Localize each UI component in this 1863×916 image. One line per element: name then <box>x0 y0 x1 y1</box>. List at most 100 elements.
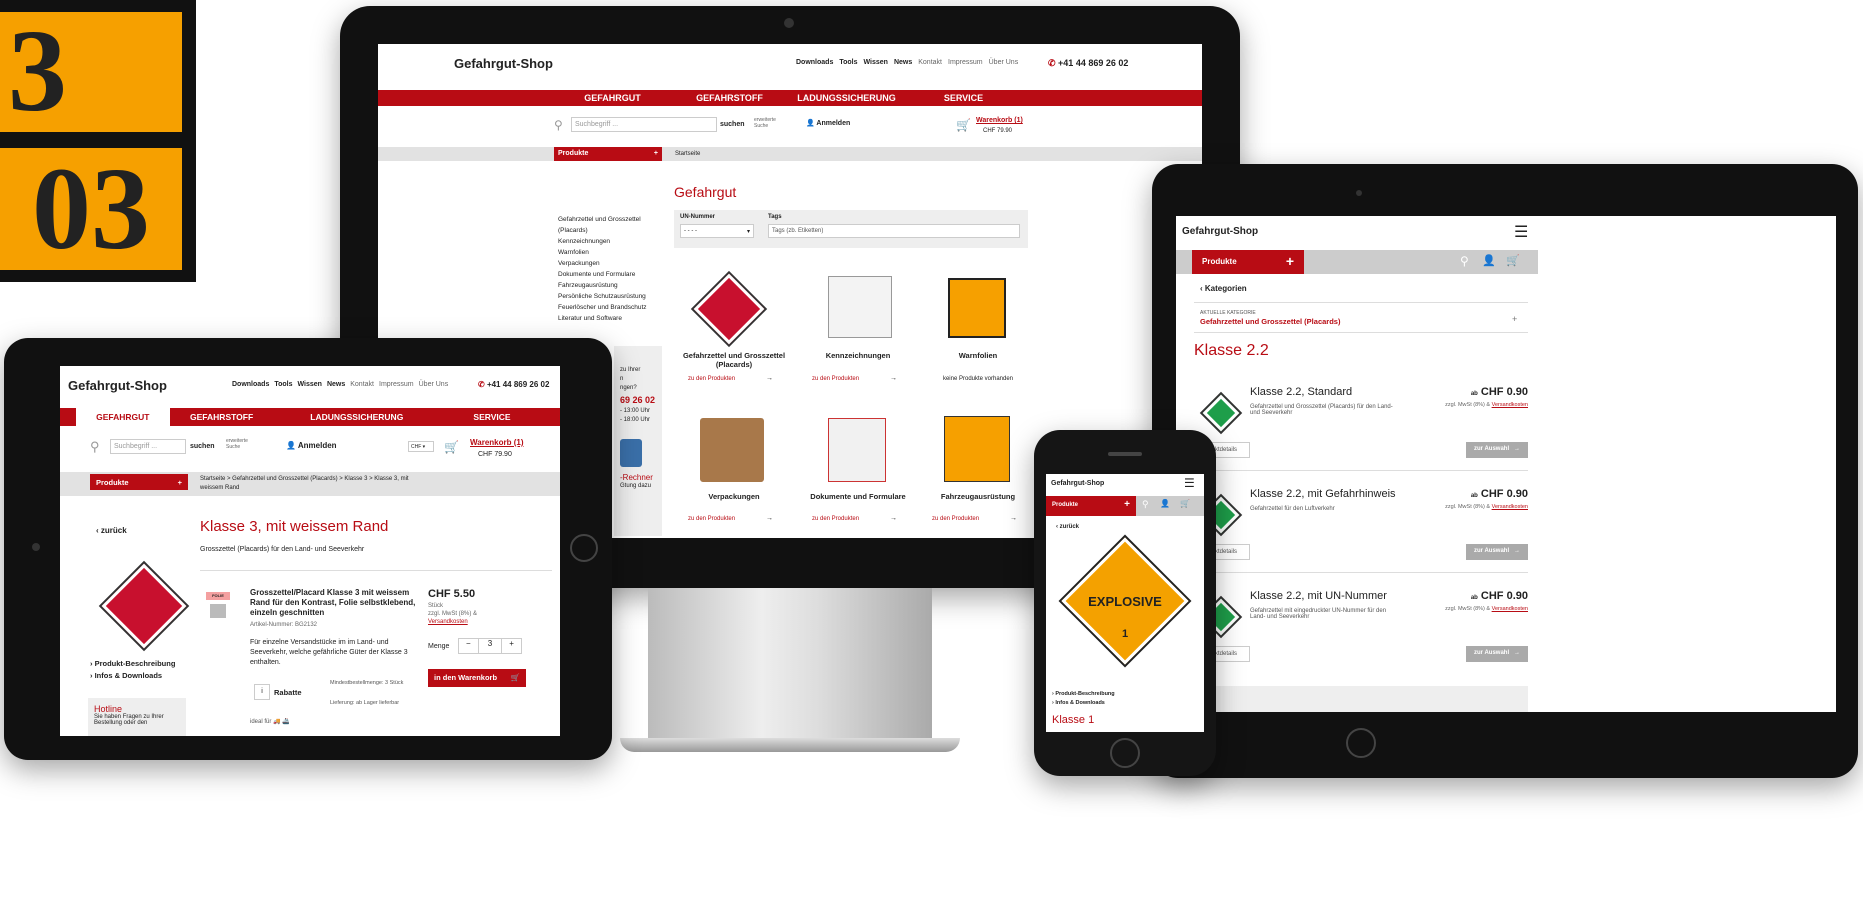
back-link[interactable]: ‹ zurück <box>1056 524 1079 530</box>
link-downloads[interactable]: Downloads <box>232 381 269 388</box>
category-link[interactable]: zu den Produkten <box>812 376 859 382</box>
logo[interactable]: Gefahrgut-Shop <box>454 56 553 71</box>
search-icon[interactable]: ⚲ <box>1142 499 1149 510</box>
link-kontakt[interactable]: Kontakt <box>918 59 942 66</box>
cart-icon[interactable]: 🛒 <box>444 440 459 454</box>
sidebar-item[interactable]: Kennzeichnungen <box>558 236 658 247</box>
choose-button[interactable]: zur Auswahl → <box>1466 646 1528 662</box>
tags-input[interactable]: Tags (zb. Etiketten) <box>768 224 1020 238</box>
back-link[interactable]: ‹ zurück <box>96 526 127 535</box>
category-card[interactable]: Kennzeichnungen zu den Produkten → <box>798 266 918 396</box>
discount-label[interactable]: Rabatte <box>274 688 302 697</box>
product-item[interactable]: Klasse 2.2, Standard Gefahrzettel und Gr… <box>1176 382 1536 462</box>
link-ueber-uns[interactable]: Über Uns <box>419 381 449 388</box>
category-card[interactable]: Dokumente und Formulare zu den Produkten… <box>798 412 918 538</box>
category-link[interactable]: zu den Produkten <box>688 516 735 522</box>
nav-ladungssicherung[interactable]: LADUNGSSICHERUNG <box>274 412 440 422</box>
products-menu[interactable]: Produkte + <box>90 474 188 490</box>
login-link[interactable]: 👤 Anmelden <box>286 441 337 450</box>
category-card[interactable]: Warnfolien keine Produkte vorhanden <box>922 266 1034 396</box>
link-news[interactable]: News <box>894 59 912 66</box>
sidebar-item[interactable]: Dokumente und Formulare <box>558 269 658 280</box>
category-link[interactable]: zu den Produkten <box>932 516 979 522</box>
choose-button[interactable]: zur Auswahl → <box>1466 442 1528 458</box>
products-menu[interactable]: Produkte + <box>554 147 662 161</box>
product-description-link[interactable]: › Produkt-Beschreibung <box>90 658 175 670</box>
product-item[interactable]: Klasse 2.2, mit Gefahrhinweis Gefahrzett… <box>1176 484 1536 564</box>
product-description-link[interactable]: › Produkt-Beschreibung <box>1052 690 1115 699</box>
quantity-value[interactable]: 3 <box>479 639 502 653</box>
item-name[interactable]: Klasse 2.2, mit Gefahrhinweis <box>1250 488 1396 500</box>
products-menu[interactable]: Produkte + <box>1046 496 1136 516</box>
currency-select[interactable]: CHF ▾ <box>408 441 434 452</box>
product-item[interactable]: Klasse 2.2, mit UN-Nummer Gefahrzettel m… <box>1176 586 1536 666</box>
link-kontakt[interactable]: Kontakt <box>350 381 374 388</box>
cart-icon[interactable]: 🛒 <box>1180 499 1190 508</box>
home-button[interactable] <box>570 534 598 562</box>
sidebar-item[interactable]: Verpackungen <box>558 258 658 269</box>
minus-icon[interactable]: − <box>459 639 479 653</box>
nav-gefahrgut[interactable]: GEFAHRGUT <box>76 408 170 426</box>
un-select[interactable]: - - - - ▾ <box>680 224 754 238</box>
logo[interactable]: Gefahrgut-Shop <box>1182 226 1258 237</box>
breadcrumb[interactable]: Startseite > Gefahrzettel und Grosszette… <box>200 475 430 493</box>
menu-icon[interactable]: ☰ <box>1184 476 1195 490</box>
sidebar-item[interactable]: Feuerlöscher und Brandschutz <box>558 302 658 313</box>
nav-ladungssicherung[interactable]: LADUNGSSICHERUNG <box>788 93 905 103</box>
link-wissen[interactable]: Wissen <box>864 59 888 66</box>
link-impressum[interactable]: Impressum <box>379 381 414 388</box>
search-button[interactable]: suchen <box>190 443 215 450</box>
sidebar-item[interactable]: Gefahrzettel und Grosszettel (Placards) <box>558 214 658 236</box>
sidebar-item[interactable]: Literatur und Software <box>558 313 658 324</box>
link-downloads[interactable]: Downloads <box>796 59 833 66</box>
category-link[interactable]: zu den Produkten <box>688 376 735 382</box>
cart-icon[interactable]: 🛒 <box>1506 254 1520 267</box>
category-link[interactable]: zu den Produkten <box>812 516 859 522</box>
advanced-search-link[interactable]: erweiterte Suche <box>754 117 788 129</box>
link-impressum[interactable]: Impressum <box>948 59 983 66</box>
logo[interactable]: Gefahrgut-Shop <box>1051 480 1104 487</box>
quantity-stepper[interactable]: − 3 + <box>458 638 522 654</box>
phone-home-button[interactable] <box>1110 738 1140 768</box>
cart-link[interactable]: Warenkorb (1) <box>470 438 524 447</box>
logo[interactable]: Gefahrgut-Shop <box>68 378 167 393</box>
advanced-search-link[interactable]: erweiterte Suche <box>226 438 256 450</box>
infos-downloads-link[interactable]: › Infos & Downloads <box>90 670 175 682</box>
user-icon[interactable]: 👤 <box>1482 254 1496 267</box>
shipping-link[interactable]: Versandkosten <box>428 619 468 625</box>
nav-service[interactable]: SERVICE <box>905 93 1022 103</box>
home-button[interactable] <box>1346 728 1376 758</box>
item-name[interactable]: Klasse 2.2, mit UN-Nummer <box>1250 590 1387 602</box>
choose-button[interactable]: zur Auswahl → <box>1466 544 1528 560</box>
link-ueber-uns[interactable]: Über Uns <box>989 59 1019 66</box>
products-menu[interactable]: Produkte + <box>1192 250 1304 274</box>
sidebar-item[interactable]: Persönliche Schutzausrüstung <box>558 291 658 302</box>
phone-number[interactable]: ✆ +41 44 869 26 02 <box>478 380 549 389</box>
nav-gefahrstoff[interactable]: GEFAHRSTOFF <box>671 93 788 103</box>
search-input[interactable]: Suchbegriff ... <box>110 439 186 454</box>
item-name[interactable]: Klasse 2.2, Standard <box>1250 386 1352 398</box>
search-icon[interactable]: ⚲ <box>1460 254 1469 268</box>
nav-gefahrstoff[interactable]: GEFAHRSTOFF <box>170 412 274 422</box>
link-tools[interactable]: Tools <box>274 381 292 388</box>
link-tools[interactable]: Tools <box>839 59 857 66</box>
sidebar-item[interactable]: Warnfolien <box>558 247 658 258</box>
user-icon[interactable]: 👤 <box>1160 499 1170 508</box>
category-card[interactable]: Gefahrzettel und Grosszettel (Placards) … <box>674 266 794 396</box>
add-to-cart-button[interactable]: in den Warenkorb 🛒 <box>428 669 526 687</box>
category-card[interactable]: Fahrzeugausrüstung zu den Produkten → <box>922 412 1034 538</box>
login-link[interactable]: 👤 Anmelden <box>806 119 850 127</box>
back-link[interactable]: ‹ Kategorien <box>1200 284 1247 293</box>
breadcrumb[interactable]: Startseite <box>675 151 700 157</box>
cart-link[interactable]: Warenkorb (1) <box>976 117 1023 124</box>
plus-icon[interactable]: + <box>501 639 521 653</box>
nav-gefahrgut[interactable]: GEFAHRGUT <box>554 93 671 103</box>
link-news[interactable]: News <box>327 381 345 388</box>
plus-icon[interactable]: + <box>1512 314 1517 324</box>
search-input[interactable]: Suchbegriff ... <box>571 117 717 132</box>
current-category[interactable]: Gefahrzettel und Grosszettel (Placards) <box>1200 317 1340 326</box>
search-button[interactable]: suchen <box>720 121 745 128</box>
infos-downloads-link[interactable]: › Infos & Downloads <box>1052 699 1115 708</box>
menu-icon[interactable]: ☰ <box>1514 222 1528 242</box>
phone-number[interactable]: ✆ +41 44 869 26 02 <box>1048 58 1128 69</box>
